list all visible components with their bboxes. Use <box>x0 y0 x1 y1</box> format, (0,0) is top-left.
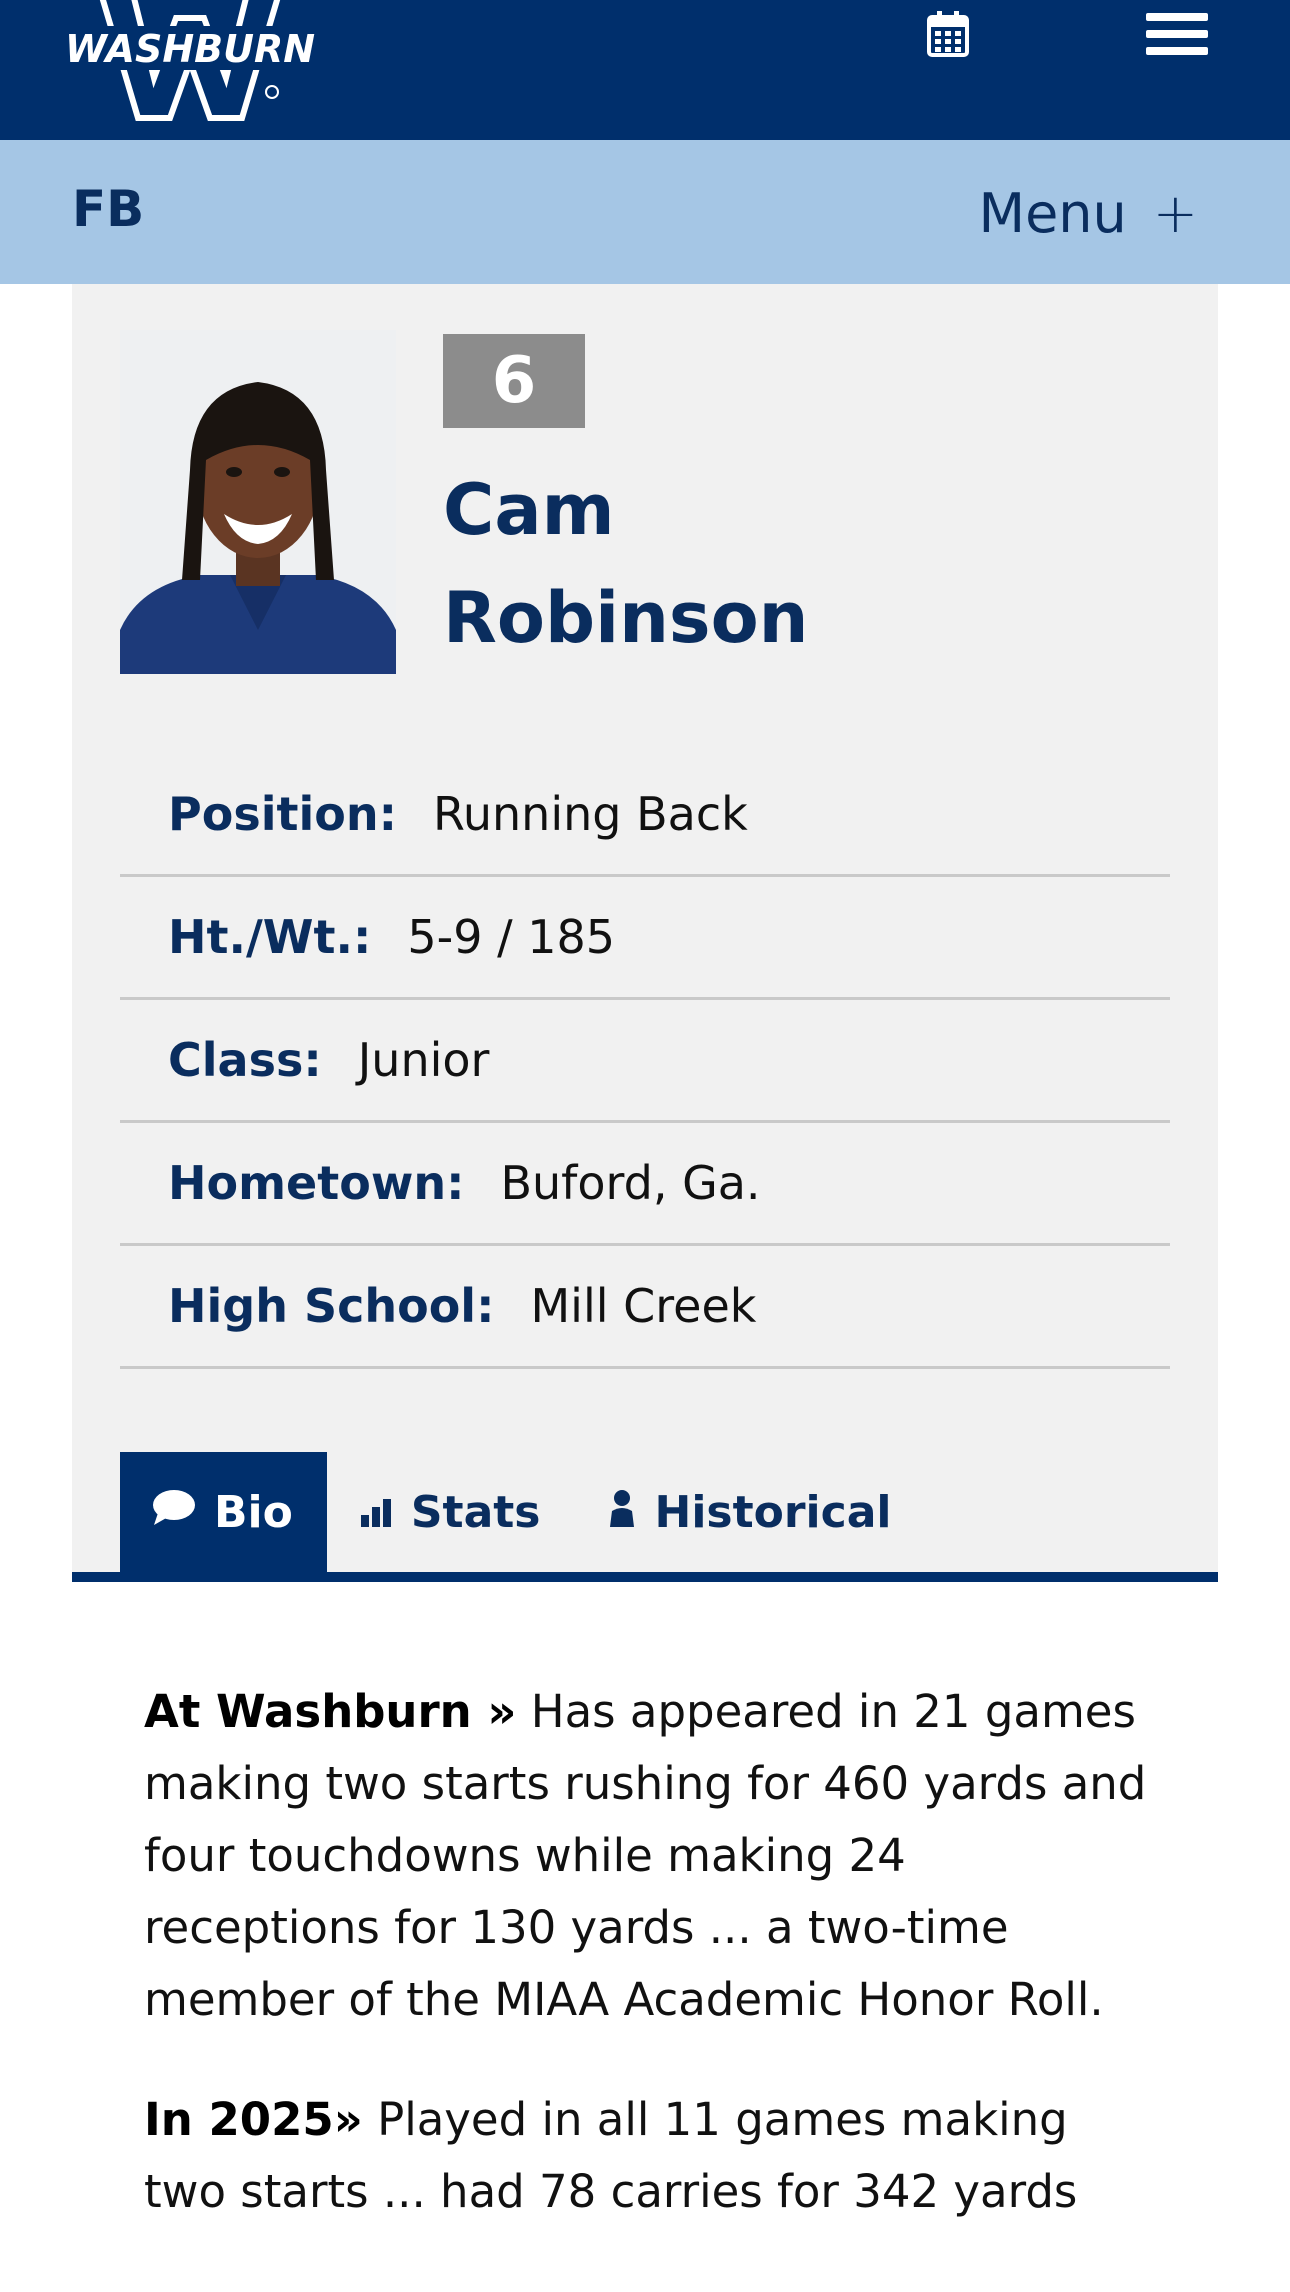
player-last-name: Robinson <box>443 577 809 659</box>
tab-label: Historical <box>654 1486 892 1538</box>
tab-stats[interactable]: Stats <box>327 1452 575 1572</box>
bio-paragraph: At Washburn » Has appeared in 21 games m… <box>144 1676 1154 2036</box>
attribute-row-high-school: High School: Mill Creek <box>120 1246 1170 1369</box>
tab-label: Bio <box>214 1486 293 1538</box>
player-first-name: Cam <box>443 469 615 551</box>
calendar-button[interactable] <box>920 8 976 64</box>
calendar-icon <box>927 11 969 61</box>
tab-underline <box>72 1572 1218 1582</box>
attribute-value: Buford, Ga. <box>500 1156 761 1210</box>
tab-historical[interactable]: Historical <box>575 1452 926 1572</box>
attribute-value: 5-9 / 185 <box>407 910 616 964</box>
bio-lead: At Washburn » <box>144 1685 517 1738</box>
sport-subnav: FB Menu + <box>0 140 1290 284</box>
top-bar: WASHBURN <box>0 0 1290 140</box>
bio-paragraph: In 2025» Played in all 11 games making t… <box>144 2084 1154 2228</box>
jersey-number: 6 <box>443 334 585 428</box>
attribute-value: Junior <box>357 1033 490 1087</box>
player-card: 6 Cam Robinson Position: Running Back Ht… <box>72 284 1218 1582</box>
profile-tabs: Bio Stats Historical <box>120 1452 926 1572</box>
player-headshot <box>120 330 396 674</box>
attribute-row-hometown: Hometown: Buford, Ga. <box>120 1123 1170 1246</box>
bio-content: At Washburn » Has appeared in 21 games m… <box>144 1676 1154 2276</box>
attribute-label: Class: <box>168 1033 322 1087</box>
tab-bio[interactable]: Bio <box>120 1452 327 1572</box>
sport-menu-button[interactable]: Menu + <box>978 182 1198 245</box>
attribute-label: High School: <box>168 1279 495 1333</box>
logo-text: WASHBURN <box>65 27 315 71</box>
player-attributes: Position: Running Back Ht./Wt.: 5-9 / 18… <box>120 754 1170 1369</box>
attribute-value: Mill Creek <box>530 1279 757 1333</box>
attribute-row-class: Class: Junior <box>120 1000 1170 1123</box>
attribute-label: Position: <box>168 787 397 841</box>
attribute-row-position: Position: Running Back <box>120 754 1170 877</box>
hamburger-icon[interactable] <box>1146 6 1208 62</box>
washburn-logo[interactable]: WASHBURN <box>60 0 320 130</box>
person-icon <box>607 1487 637 1538</box>
attribute-label: Ht./Wt.: <box>168 910 372 964</box>
attribute-value: Running Back <box>432 787 748 841</box>
attribute-label: Hometown: <box>168 1156 465 1210</box>
attribute-row-height-weight: Ht./Wt.: 5-9 / 185 <box>120 877 1170 1000</box>
comment-icon <box>152 1487 196 1538</box>
plus-icon: + <box>1152 182 1198 245</box>
player-name: Cam Robinson <box>443 456 1143 672</box>
bar-chart-icon <box>359 1487 393 1538</box>
tab-label: Stats <box>410 1486 541 1538</box>
menu-label: Menu <box>978 182 1127 245</box>
bio-lead: In 2025» <box>144 2093 363 2146</box>
sport-label[interactable]: FB <box>72 180 144 238</box>
